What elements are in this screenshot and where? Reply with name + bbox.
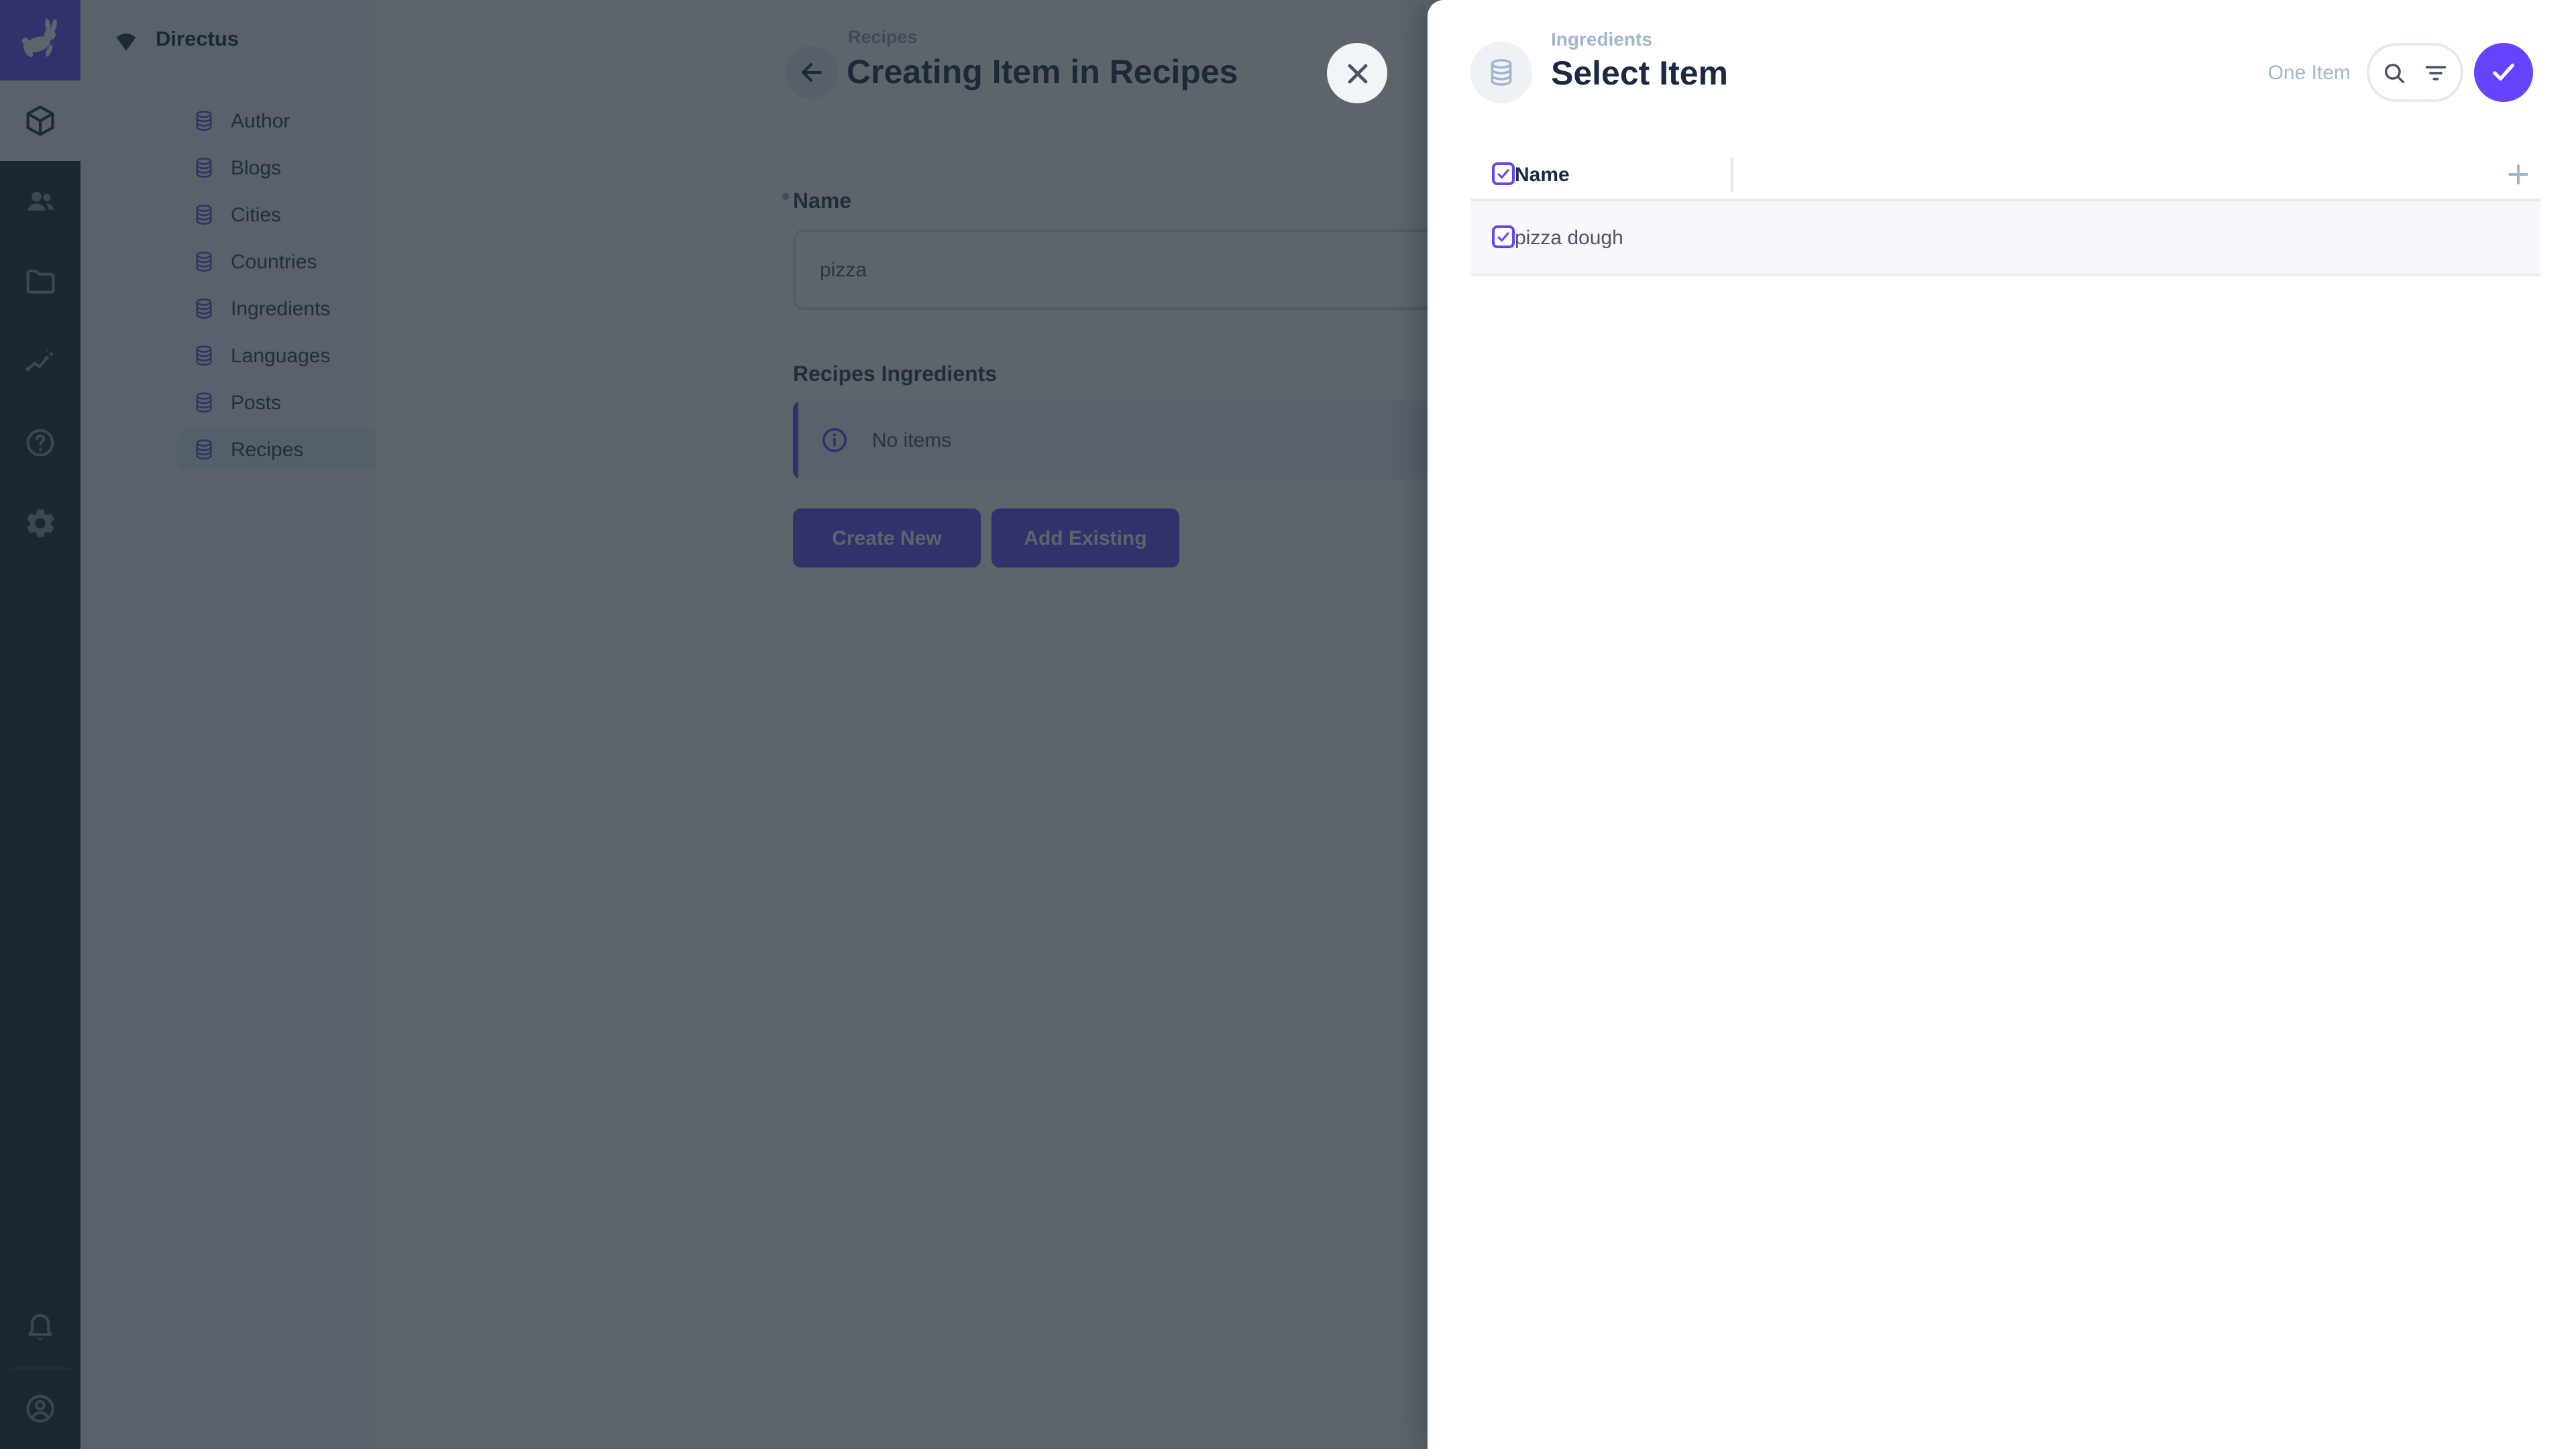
close-icon: [1341, 57, 1373, 89]
items-table: Name pizza dough: [1470, 150, 2541, 276]
directus-app: Directus Author Blogs Cities Countries I…: [0, 0, 2576, 1449]
database-icon: [1485, 56, 1517, 89]
drawer-close-button[interactable]: [1327, 43, 1387, 103]
check-icon: [2487, 56, 2520, 89]
select-item-drawer: Ingredients Select Item One Item: [1428, 0, 2576, 1449]
table-header-row: Name: [1470, 150, 2541, 201]
select-all-checkbox[interactable]: [1492, 162, 1515, 185]
add-column-button[interactable]: [2504, 160, 2533, 189]
name-column-header[interactable]: Name: [1515, 163, 1570, 186]
row-name-cell: pizza dough: [1515, 226, 1623, 249]
confirm-selection-button[interactable]: [2474, 43, 2533, 102]
search-icon[interactable]: [2380, 58, 2408, 87]
drawer-title: Select Item: [1551, 55, 1728, 94]
search-filter-group: [2367, 43, 2463, 102]
table-row[interactable]: pizza dough: [1470, 201, 2541, 276]
drawer-collection-label: Ingredients: [1551, 28, 1652, 50]
collection-avatar: [1470, 42, 1532, 103]
item-count-label: One Item: [2268, 62, 2351, 85]
column-divider[interactable]: [1731, 157, 1733, 192]
row-checkbox[interactable]: [1492, 225, 1515, 248]
filter-icon[interactable]: [2422, 58, 2450, 87]
